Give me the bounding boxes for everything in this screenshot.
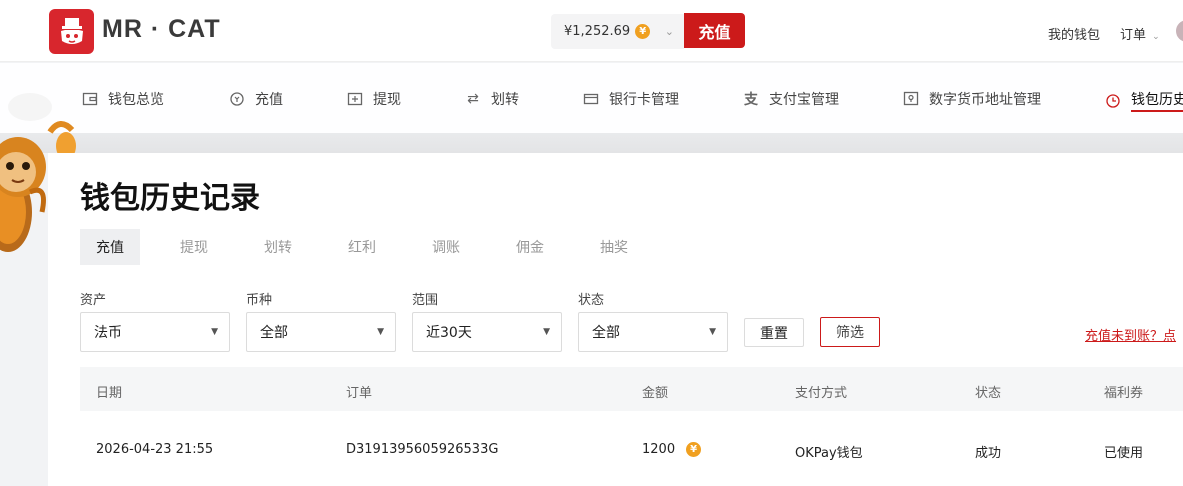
nav-label: 支付宝管理 [769,92,839,108]
avatar[interactable] [1176,20,1183,42]
row-payment-method: OKPay钱包 [795,446,863,461]
page-title: 钱包历史记录 [80,181,260,216]
nav-item-wallet-history[interactable]: 钱包历史 [1105,89,1183,112]
tab-withdraw[interactable]: 提现 [152,229,236,265]
chevron-down-icon: ⌄ [1152,32,1160,42]
nav-divider-band [0,133,1183,153]
filter-button[interactable]: 筛选 [820,317,880,347]
alipay-icon: 支 [744,92,758,108]
asset-select[interactable]: 法币 ▼ [80,312,230,352]
nav-item-alipay[interactable]: 支 支付宝管理 [743,89,839,109]
column-status: 状态 [975,386,1002,401]
reset-button[interactable]: 重置 [744,318,804,347]
nav-label: 钱包历史 [1131,89,1183,112]
nav-label: 数字货币地址管理 [929,92,1041,108]
cat-logo-icon [60,17,83,44]
currency-select[interactable]: 全部 ▼ [246,312,396,352]
wallet-icon [82,91,98,107]
clock-icon [1105,93,1121,109]
main-panel: 钱包历史记录 充值 提现 划转 红利 调账 佣金 抽奖 资产 法币 ▼ 币种 全… [48,153,1183,486]
coin-icon: ¥ [686,442,702,457]
history-tabs: 充值 提现 划转 红利 调账 佣金 抽奖 [80,229,656,265]
nav-item-wallet-overview[interactable]: 钱包总览 [82,89,164,109]
column-date: 日期 [96,386,123,401]
status-select[interactable]: 全部 ▼ [578,312,728,352]
balance-selector[interactable]: ¥1,252.69 ¥ ⌄ [551,14,684,49]
currency-value: 全部 [260,325,288,341]
range-label: 范围 [412,293,439,308]
asset-label: 资产 [80,293,107,308]
amount-value: 1200 [642,442,676,457]
status-value: 全部 [592,325,620,341]
caret-down-icon: ▼ [543,327,550,337]
bank-card-icon [583,91,599,107]
column-amount: 金额 [642,386,669,401]
tab-recharge[interactable]: 充值 [80,229,140,265]
chevron-down-icon: ⌄ [664,25,674,38]
top-header: MR · CAT ¥1,252.69 ¥ ⌄ 充值 我的钱包 订单 ⌄ [0,0,1183,62]
nav-label: 银行卡管理 [609,92,679,108]
row-status: 成功 [975,446,1002,461]
caret-down-icon: ▼ [377,327,384,337]
row-order-id[interactable]: D3191395605926533G [346,442,498,457]
nav-label: 钱包总览 [108,92,164,108]
transfer-icon: ⇄ [467,91,479,107]
tab-bonus[interactable]: 红利 [320,229,404,265]
table-header: 日期 订单 金额 支付方式 状态 福利券 [80,367,1183,411]
column-coupon: 福利券 [1104,386,1144,401]
recharge-button[interactable]: 充值 [684,13,745,48]
orders-label: 订单 [1120,28,1147,43]
nav-item-withdraw[interactable]: 提现 [347,89,401,109]
tab-transfer[interactable]: 划转 [236,229,320,265]
nav-label: 提现 [373,92,401,108]
nav-item-recharge[interactable]: 充值 [229,89,283,109]
row-amount: 1200 ¥ [642,442,702,457]
brand-name: MR · CAT [102,15,221,43]
nav-item-transfer[interactable]: ⇄ 划转 [465,89,519,109]
column-payment-method: 支付方式 [795,386,848,401]
row-date: 2026-04-23 21:55 [96,442,214,457]
recharge-icon [229,91,245,107]
brand-logo[interactable] [49,9,94,54]
my-wallet-link[interactable]: 我的钱包 [1048,24,1100,43]
column-order: 订单 [346,386,373,401]
wallet-nav-bar: 钱包总览 充值 提现 ⇄ 划转 银行卡管理 支 支付宝管理 数字货币地址管理 钱… [0,63,1183,133]
row-coupon: 已使用 [1104,446,1144,461]
nav-label: 充值 [255,92,283,108]
nav-item-crypto-address[interactable]: 数字货币地址管理 [903,89,1041,109]
status-label: 状态 [578,293,605,308]
range-select[interactable]: 近30天 ▼ [412,312,562,352]
caret-down-icon: ▼ [709,327,716,337]
caret-down-icon: ▼ [211,327,218,337]
balance-amount: ¥1,252.69 [564,24,631,39]
tab-lottery[interactable]: 抽奖 [572,229,656,265]
nav-label: 划转 [491,92,519,108]
table-row: 2026-04-23 21:55 D3191395605926533G 1200… [80,429,1183,469]
asset-value: 法币 [94,325,122,341]
range-value: 近30天 [426,325,472,341]
tab-commission[interactable]: 佣金 [488,229,572,265]
recharge-help-link[interactable]: 充值未到账？点 [1085,325,1176,344]
orders-menu[interactable]: 订单 ⌄ [1120,24,1160,43]
nav-item-bank-card[interactable]: 银行卡管理 [583,89,679,109]
currency-label: 币种 [246,293,273,308]
withdraw-icon [347,91,363,107]
coin-icon: ¥ [635,24,651,39]
crypto-address-icon [903,91,919,107]
tab-adjustment[interactable]: 调账 [404,229,488,265]
